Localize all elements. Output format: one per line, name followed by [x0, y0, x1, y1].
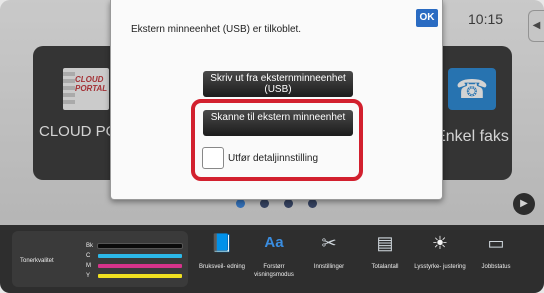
toner-row: C	[86, 251, 182, 261]
toner-row: Y	[86, 271, 182, 281]
brightness-icon: ☀	[431, 233, 449, 253]
toner-row: Bk	[86, 241, 182, 251]
toner-bar	[98, 274, 182, 278]
brightness-button[interactable]: ☀ Lysstyrke- justering	[414, 230, 465, 288]
counter-icon: ▤	[376, 233, 394, 253]
guide-book-icon: 📘	[210, 233, 234, 253]
detail-settings-checkbox[interactable]	[202, 147, 224, 169]
settings-tools-icon: ✂	[321, 233, 337, 253]
toner-label: Tonerkvalitet	[20, 258, 54, 264]
scan-to-usb-button[interactable]: Skanne til ekstern minneenhet	[203, 110, 353, 136]
dialog-message: Ekstern minneenhet (USB) er tilkoblet.	[131, 24, 302, 35]
settings-button[interactable]: ✂ Innstillinger	[307, 230, 351, 288]
bottom-bar: Tonerkvalitet Bk C M Y 📘 Bruksveil- edni…	[0, 225, 544, 293]
job-status-button[interactable]: ▭ Jobbstatus	[474, 230, 518, 288]
guide-button[interactable]: 📘 Bruksveil- edning	[199, 230, 245, 288]
toner-bar	[98, 244, 182, 248]
enlarge-display-button[interactable]: Aa Forstørr visningsmodus	[252, 230, 296, 288]
usb-connected-dialog: Ekstern minneenhet (USB) er tilkoblet. O…	[110, 0, 443, 200]
toner-bar	[98, 254, 182, 258]
toner-panel[interactable]: Tonerkvalitet Bk C M Y	[12, 231, 188, 287]
total-count-button[interactable]: ▤ Totalantall	[363, 230, 407, 288]
detail-settings-label[interactable]: Utfør detaljinnstilling	[228, 153, 318, 164]
enlarge-text-icon: Aa	[264, 234, 284, 251]
device-screen: 10:15 ◀ CLOUD PORTAL CLOUD POR ☎ Enkel f…	[0, 0, 544, 293]
toner-row: M	[86, 261, 182, 271]
print-from-usb-button[interactable]: Skriv ut fra eksternminneenhet (USB)	[203, 71, 353, 97]
toner-bar	[98, 264, 182, 268]
job-status-icon: ▭	[487, 233, 505, 253]
ok-button[interactable]: OK	[416, 9, 438, 27]
